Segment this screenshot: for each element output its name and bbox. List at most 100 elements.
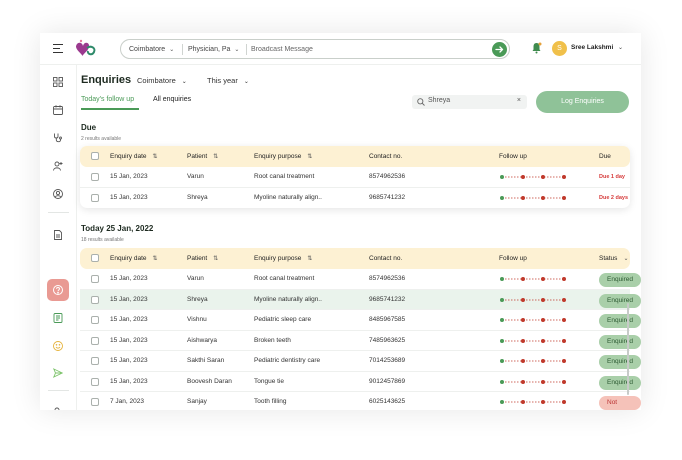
cell-patient: Varun — [187, 275, 204, 282]
col-patient[interactable]: Patient ⇅ — [187, 248, 218, 269]
sidebar-item-feedback[interactable] — [47, 335, 69, 357]
broadcast-message-input[interactable] — [251, 43, 481, 56]
sort-icon: ⇅ — [213, 256, 219, 262]
divider — [246, 44, 247, 55]
row-checkbox[interactable] — [91, 377, 99, 386]
menu-icon[interactable] — [53, 44, 63, 54]
status-badge[interactable]: Enquired — [599, 293, 641, 308]
follow-up-dot — [541, 195, 545, 200]
follow-up-dot — [521, 318, 525, 322]
sidebar-item-settings[interactable] — [47, 401, 69, 410]
sidebar-item-patients[interactable] — [47, 183, 69, 205]
follow-up-dot — [521, 400, 525, 404]
status-badge[interactable]: Enquired — [599, 273, 641, 287]
sidebar-item-add-patient[interactable] — [47, 155, 69, 177]
row-checkbox[interactable] — [91, 275, 99, 283]
cell-enquiry-date: 15 Jan, 2023 — [110, 295, 148, 303]
period-filter[interactable]: This year ⌄ — [207, 76, 249, 85]
table-row[interactable]: 15 Jan, 2023 Shreya Myoline naturally alig… — [80, 289, 641, 310]
row-checkbox[interactable] — [91, 357, 99, 365]
follow-up-timeline — [500, 359, 566, 363]
col-patient[interactable]: Patient ⇅ — [187, 146, 218, 167]
cell-enquiry-date: 15 Jan, 2023 — [110, 377, 148, 385]
today-table: Enquiry date ⇅ Patient ⇅ Enquiry purpose ⇅ … — [80, 248, 641, 410]
follow-up-dot — [521, 338, 525, 343]
follow-up-dot — [500, 195, 504, 200]
col-enquiry-date[interactable]: Enquiry date ⇅ — [110, 248, 158, 269]
send-button[interactable] — [492, 42, 507, 57]
follow-up-dot — [541, 379, 545, 384]
col-enquiry-purpose[interactable]: Enquiry purpose ⇅ — [254, 146, 312, 167]
location-select[interactable]: Coimbatore ⌄ — [129, 43, 174, 56]
cell-patient: Varun — [187, 173, 204, 180]
sort-icon: ⇅ — [152, 256, 158, 262]
table-row[interactable]: 15 Jan, 2023 Shreya Myoline naturally alig… — [80, 188, 630, 209]
follow-up-dot — [541, 400, 545, 404]
table-row[interactable]: 15 Jan, 2023 Sakthi Saran Pediatric dentis… — [80, 351, 641, 372]
follow-up-dot — [541, 338, 545, 343]
table-scrollbar[interactable] — [627, 303, 629, 395]
sidebar-divider — [48, 390, 69, 391]
col-enquiry-date[interactable]: Enquiry date ⇅ — [110, 146, 158, 167]
row-checkbox[interactable] — [91, 295, 99, 304]
col-label: Patient — [187, 153, 208, 160]
table-row[interactable]: 7 Jan, 2023 Sanjay Tooth filling 6025143625… — [80, 392, 641, 410]
add-user-icon — [53, 161, 63, 171]
row-checkbox[interactable] — [91, 316, 99, 324]
row-checkbox[interactable] — [91, 173, 99, 181]
cell-enquiry-date: 15 Jan, 2023 — [110, 173, 148, 180]
select-all-checkbox[interactable] — [91, 254, 99, 262]
due-indicator: Due 1 day — [599, 174, 625, 180]
cell-patient: Shreya — [187, 193, 208, 201]
col-label: Enquiry date — [110, 153, 147, 160]
col-label: Status — [599, 255, 618, 262]
col-label: Enquiry date — [110, 255, 147, 262]
document-icon — [54, 230, 62, 240]
top-bar: Coimbatore⌄ Physician, Pa⌄ S Sree Lakshm… — [40, 33, 641, 65]
notification-bell-icon[interactable] — [531, 42, 542, 54]
today-table-body: 15 Jan, 2023 Varun Root canal treatment 857… — [80, 269, 641, 410]
status-badge[interactable]: Enquired — [599, 375, 641, 390]
col-status[interactable]: Status ⌄ — [599, 248, 628, 269]
col-enquiry-purpose[interactable]: Enquiry purpose ⇅ — [254, 248, 312, 269]
sidebar-item-documents[interactable] — [47, 224, 69, 246]
cell-patient: Sakthi Saran — [187, 357, 225, 364]
doctor-select[interactable]: Physician, Pa ⌄ — [188, 43, 239, 56]
table-row[interactable]: 15 Jan, 2023 Varun Root canal treatment 857… — [80, 269, 641, 290]
status-badge[interactable]: Enquired — [599, 334, 641, 349]
row-checkbox[interactable] — [91, 336, 99, 345]
follow-up-dot — [500, 175, 504, 179]
sidebar-item-enquiries[interactable] — [47, 279, 69, 301]
status-badge[interactable]: Enquired — [599, 314, 641, 328]
follow-up-dot — [541, 277, 545, 281]
cell-contact: 7014253689 — [369, 357, 406, 364]
log-enquiries-button[interactable]: Log Enquiries — [536, 91, 629, 113]
chevron-down-icon: ⌄ — [623, 256, 629, 262]
due-table-body: 15 Jan, 2023 Varun Root canal treatment 857… — [80, 167, 630, 208]
table-row[interactable]: 15 Jan, 2023 Varun Root canal treatment 857… — [80, 167, 630, 188]
follow-up-dot — [500, 379, 504, 384]
table-row[interactable]: 15 Jan, 2023 Vishnu Pediatric sleep care 84… — [80, 310, 641, 331]
sidebar-item-calendar[interactable] — [47, 99, 69, 121]
clear-icon[interactable]: × — [517, 97, 521, 104]
tab-todays-follow-up[interactable]: Today's follow up — [81, 96, 134, 103]
table-row[interactable]: 15 Jan, 2023 Boovesh Daran Tongue tie 90124… — [80, 372, 641, 392]
sort-icon: ⇅ — [307, 154, 313, 160]
table-row[interactable]: 15 Jan, 2023 Aishwarya Broken teeth 7485963… — [80, 331, 641, 351]
sidebar-item-dashboard[interactable] — [47, 71, 69, 93]
location-filter[interactable]: Coimbatore ⌄ — [137, 76, 187, 85]
patient-search-input[interactable]: Shreya × — [412, 95, 527, 109]
col-follow-up: Follow up — [499, 255, 527, 262]
tab-all-enquiries[interactable]: All enquiries — [153, 96, 191, 103]
sidebar-item-reports[interactable] — [47, 307, 69, 329]
sidebar-item-messages[interactable] — [47, 362, 69, 384]
row-checkbox[interactable] — [91, 398, 99, 406]
follow-up-dot — [500, 297, 504, 302]
smiley-icon — [53, 341, 63, 351]
status-badge[interactable]: Enquired — [599, 355, 641, 369]
status-badge[interactable]: Not Enquired — [599, 396, 641, 410]
select-all-checkbox[interactable] — [91, 152, 99, 160]
row-checkbox[interactable] — [91, 193, 99, 202]
follow-up-dot — [521, 359, 525, 363]
sidebar-item-treatments[interactable] — [47, 127, 69, 149]
